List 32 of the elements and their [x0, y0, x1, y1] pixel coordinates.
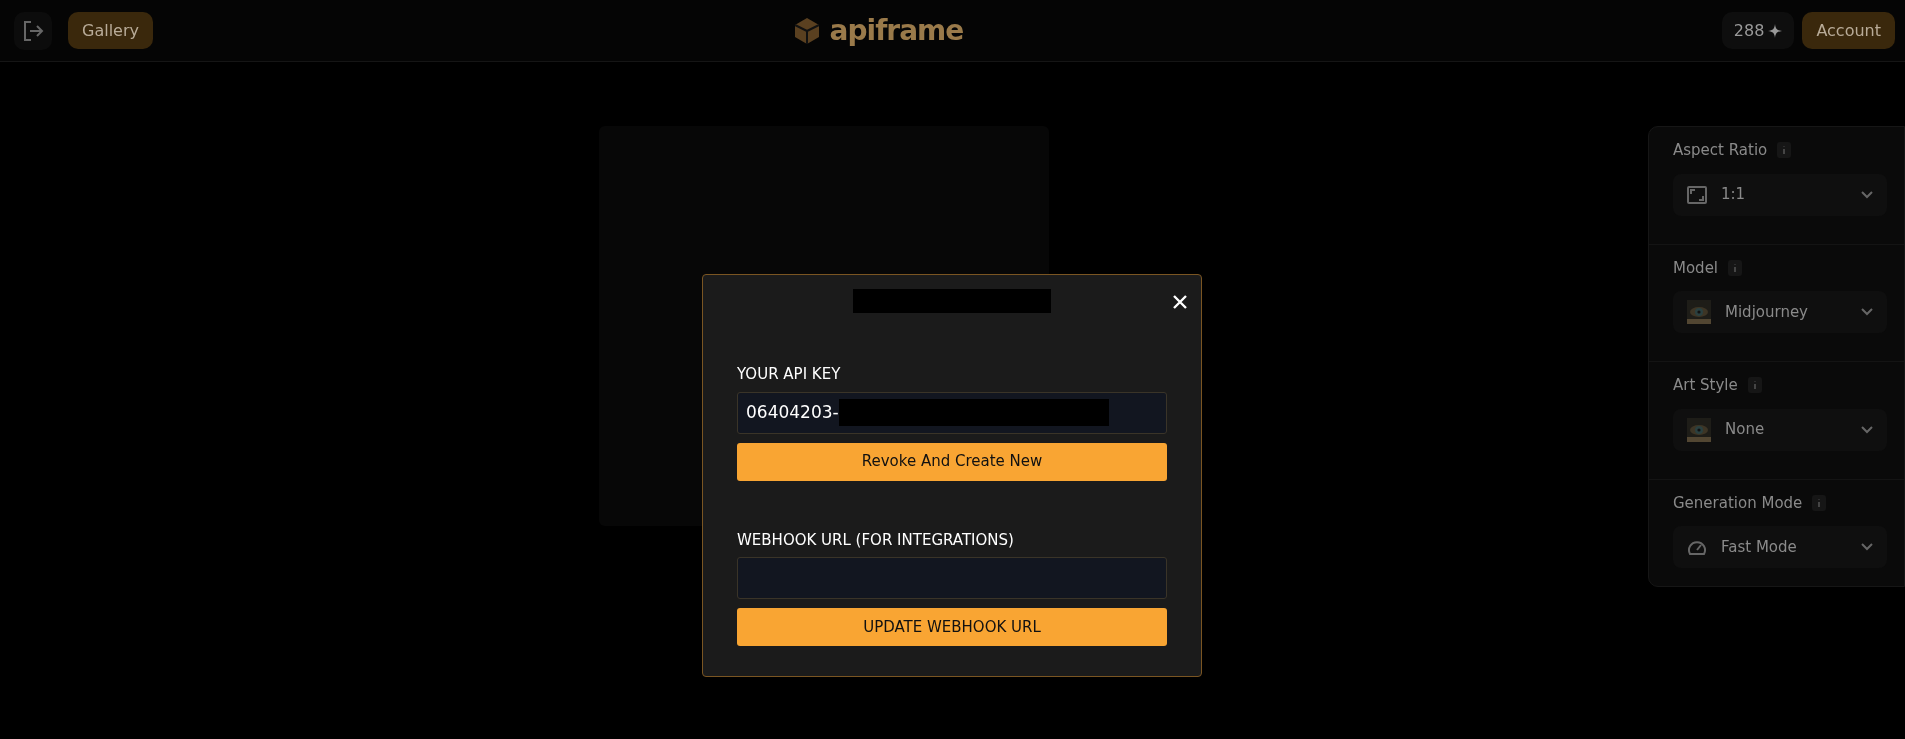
chevron-down-icon: [1861, 190, 1873, 199]
setting-label: Generation Mode: [1673, 492, 1803, 514]
chevron-down-icon: [1861, 543, 1873, 551]
chevron-down-icon: [1861, 425, 1873, 434]
setting-label: Aspect Ratio: [1673, 140, 1768, 161]
setting-label: Model: [1673, 257, 1719, 279]
chevron-down-icon: [1861, 308, 1873, 316]
setting-dropdown[interactable]: Midjourney: [1673, 291, 1887, 333]
revoke-button[interactable]: Revoke And Create New: [737, 442, 1167, 481]
close-icon: [1173, 294, 1187, 309]
info-icon[interactable]: [1728, 259, 1743, 276]
credit-count: 288: [1733, 19, 1765, 42]
logout-icon: [22, 19, 44, 42]
info-icon[interactable]: [1747, 377, 1762, 394]
aspect-ratio-icon: [1687, 185, 1707, 204]
setting-dropdown[interactable]: Fast Mode: [1673, 526, 1887, 568]
webhook-url-field[interactable]: [737, 557, 1167, 599]
setting-dropdown[interactable]: None: [1673, 408, 1887, 451]
gallery-button[interactable]: Gallery: [68, 12, 153, 49]
field-label: YOUR API KEY: [737, 364, 842, 385]
info-icon[interactable]: [1777, 142, 1792, 159]
info-icon[interactable]: [1812, 494, 1827, 511]
update-button[interactable]: UPDATE WEBHOOK URL: [737, 608, 1167, 646]
setting-dropdown[interactable]: 1:1: [1673, 173, 1887, 216]
logo-text: apiframe: [829, 12, 964, 49]
field-label: WEBHOOK URL (FOR INTEGRATIONS): [737, 529, 1015, 551]
setting-label: Art Style: [1673, 375, 1738, 396]
credits-button[interactable]: 288: [1721, 12, 1795, 49]
api-key-field[interactable]: 06404203-: [737, 391, 1167, 434]
gauge-icon: [1687, 538, 1707, 556]
account-button[interactable]: Account: [1802, 12, 1895, 49]
logout-button[interactable]: [14, 11, 52, 50]
